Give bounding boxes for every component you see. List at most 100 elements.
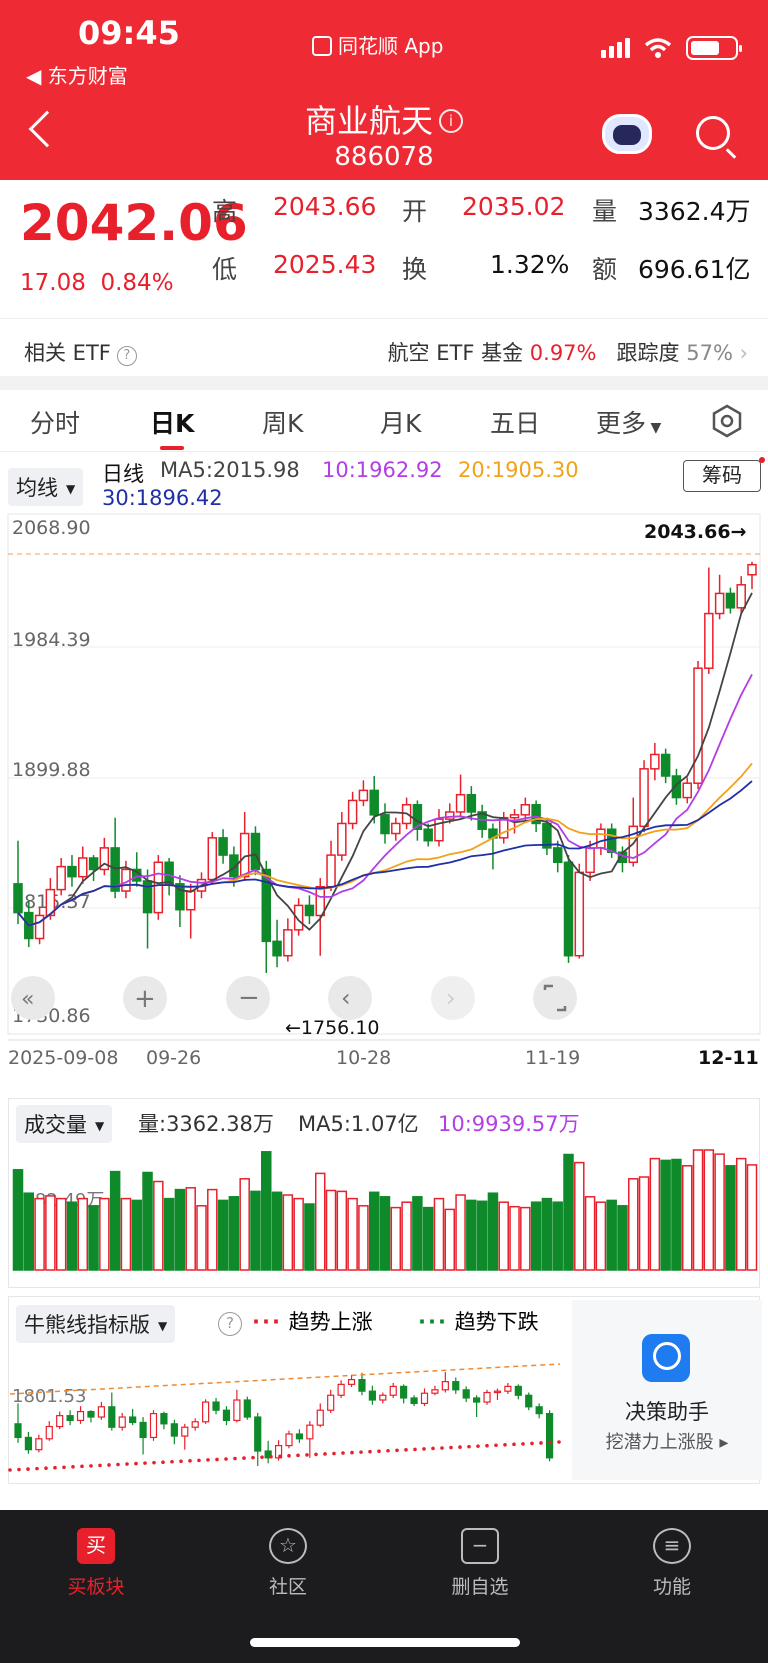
fullscreen-button[interactable] xyxy=(533,976,577,1020)
scroll-right-button[interactable]: › xyxy=(431,976,475,1020)
trend-dot xyxy=(404,1448,408,1452)
trend-dot xyxy=(179,1459,183,1464)
trend-dot xyxy=(161,1460,165,1465)
candle-body xyxy=(272,940,282,957)
tab-more[interactable]: 更多 ▼ xyxy=(596,404,661,440)
indicator-candle xyxy=(191,1421,199,1428)
candle-body xyxy=(725,592,736,609)
help-icon[interactable]: ? xyxy=(116,346,137,366)
assistant-icon xyxy=(642,1334,690,1382)
volume-bar xyxy=(239,1178,250,1271)
trend-dot xyxy=(233,1456,237,1461)
volume-bar xyxy=(131,1199,142,1271)
candle-body xyxy=(304,904,315,917)
trend-dot xyxy=(287,1453,291,1458)
zoom-in-button[interactable]: + xyxy=(123,976,167,1020)
volume-bar xyxy=(401,1201,412,1271)
volume-bar xyxy=(606,1199,617,1271)
candle-body xyxy=(56,865,66,891)
track-value: 57% xyxy=(686,341,733,365)
trend-down-legend: ··· 趋势下跌 xyxy=(418,1310,539,1334)
volume-bar xyxy=(153,1180,164,1271)
candle-body xyxy=(88,857,99,871)
volume-bar xyxy=(487,1192,499,1271)
indicator-candle xyxy=(66,1415,74,1422)
volume-ma10: 10:9939.57万 xyxy=(438,1112,580,1136)
indicator-candle xyxy=(14,1423,22,1439)
indicator-candle xyxy=(233,1399,241,1422)
volume-bar xyxy=(530,1201,542,1271)
indicator-candle xyxy=(525,1394,533,1408)
indicator-candle xyxy=(337,1383,345,1396)
buy-icon: 买 xyxy=(77,1528,115,1564)
volume-selector[interactable]: 成交量 xyxy=(16,1105,113,1143)
trend-dot xyxy=(197,1458,201,1463)
volume-bar xyxy=(250,1190,261,1271)
back-to-app-link[interactable]: ◀ 东方财富 xyxy=(26,60,128,89)
candlestick-chart[interactable]: 2068.90 1984.39 1899.88 1815.37 1730.86 … xyxy=(0,512,768,1072)
indicator-axis-label: 1801.53 xyxy=(12,1386,86,1407)
indicator-selector[interactable]: 牛熊线指标版 xyxy=(16,1305,176,1343)
trend-dot xyxy=(512,1442,516,1447)
volume-chart[interactable]: 6782.49万 xyxy=(0,1140,768,1286)
trend-dot xyxy=(260,1455,264,1459)
battery-icon xyxy=(686,36,742,60)
trend-dot xyxy=(251,1455,255,1460)
date-label: 09-26 xyxy=(146,1047,201,1069)
trend-dot xyxy=(188,1459,192,1463)
fast-back-button[interactable]: « xyxy=(11,976,55,1020)
volume-bar xyxy=(347,1197,358,1271)
info-icon[interactable]: i xyxy=(439,109,463,133)
candle-body xyxy=(520,804,531,816)
tab-functions[interactable]: ≡ 功能 xyxy=(612,1528,732,1599)
indicator-help-icon[interactable]: ? xyxy=(218,1312,242,1336)
trend-dot xyxy=(107,1463,111,1467)
trend-dot xyxy=(143,1461,147,1465)
volume-bar xyxy=(692,1149,704,1271)
indicator-candle xyxy=(441,1381,449,1391)
title-text: 商业航天 xyxy=(304,102,433,140)
quote-panel: 2042.06 17.08 0.84% 高 2043.66 开 2035.02 … xyxy=(0,180,768,318)
tab-remove-watchlist[interactable]: − 删自选 xyxy=(420,1528,540,1599)
tab-intraday[interactable]: 分时 xyxy=(30,404,80,440)
svg-text:‹: ‹ xyxy=(341,984,351,1012)
settings-hexagon-icon[interactable] xyxy=(710,404,744,438)
scroll-left-button[interactable]: ‹ xyxy=(328,976,372,1020)
related-etf-row[interactable]: 相关 ETF? 航空 ETF 基金 0.97% 跟踪度 57% › xyxy=(0,318,768,376)
ma-selector[interactable]: 均线 xyxy=(8,468,84,506)
candle-body xyxy=(596,828,606,849)
open-label: 开 xyxy=(402,197,428,226)
decision-assistant-card[interactable]: 决策助手 挖潜力上涨股 ▸ xyxy=(572,1300,762,1480)
turnover-value: 1.32% xyxy=(490,250,570,279)
search-icon[interactable] xyxy=(696,116,730,150)
volume-bar xyxy=(23,1192,35,1271)
zoom-out-button[interactable]: − xyxy=(226,976,270,1020)
tab-weekly-k[interactable]: 周K xyxy=(262,404,303,440)
bull-bear-chart[interactable]: 1801.53 xyxy=(0,1346,572,1482)
tab-five-day[interactable]: 五日 xyxy=(490,404,540,440)
tab-monthly-k[interactable]: 月K xyxy=(380,404,421,440)
chip-distribution-button[interactable]: 筹码 xyxy=(683,460,761,492)
robot-assistant-icon[interactable] xyxy=(602,114,652,154)
candle-body xyxy=(153,861,164,914)
indicator-candle xyxy=(368,1390,376,1401)
trend-dot xyxy=(71,1464,75,1469)
trend-dot xyxy=(89,1464,93,1468)
tab-community[interactable]: ☆ 社区 xyxy=(228,1528,348,1599)
candle-body xyxy=(34,914,45,940)
volume-bar xyxy=(368,1191,380,1271)
tab-daily-k[interactable]: 日K xyxy=(150,404,194,450)
amount-value: 696.61亿 xyxy=(638,255,751,284)
candles-group xyxy=(13,561,757,973)
trend-dot xyxy=(35,1466,39,1471)
trend-dot xyxy=(476,1444,480,1448)
trend-dot xyxy=(44,1466,48,1470)
volume-bar xyxy=(638,1176,650,1271)
candle-body xyxy=(574,871,585,957)
etf-fund-name: 航空 ETF 基金 xyxy=(387,341,524,365)
date-label: 11-19 xyxy=(525,1047,580,1069)
svg-text:›: › xyxy=(446,984,456,1012)
date-label: 2025-09-08 xyxy=(8,1047,118,1069)
tab-buy-sector[interactable]: 买买板块 xyxy=(36,1528,156,1599)
app-logo-icon xyxy=(312,36,332,56)
